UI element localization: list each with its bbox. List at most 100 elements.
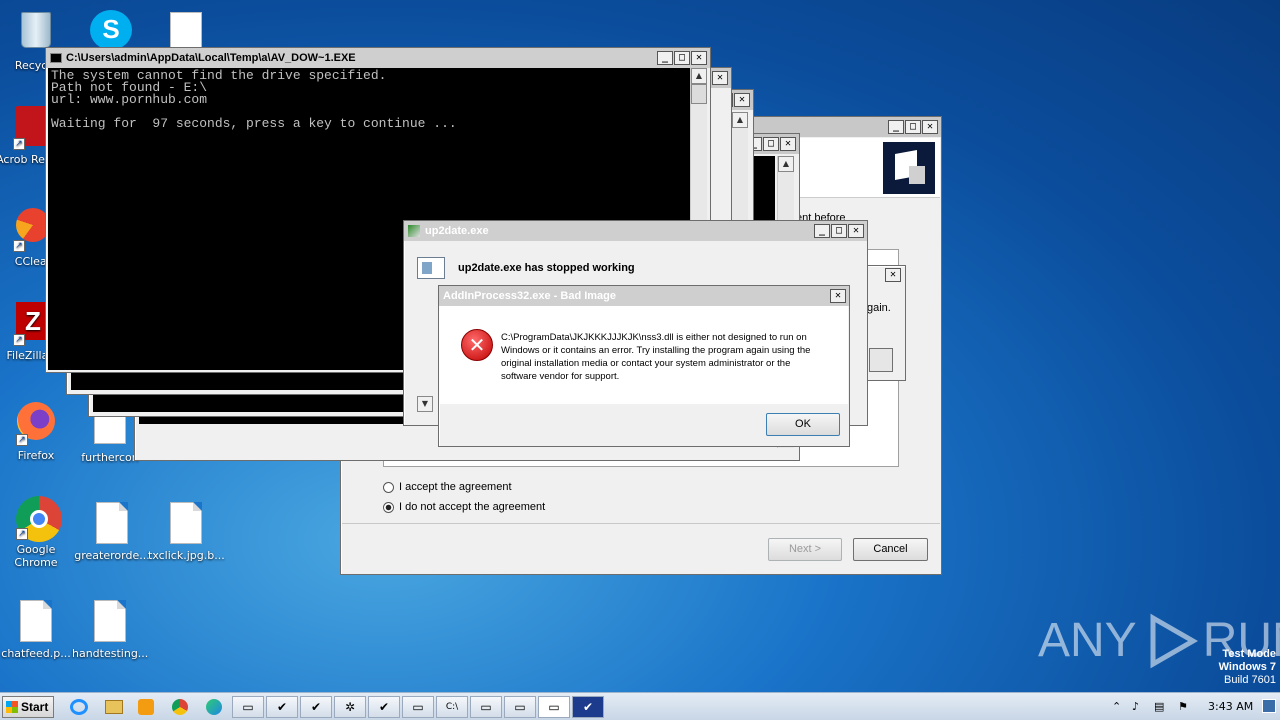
- taskbar-item-installer-3[interactable]: ✔: [368, 696, 400, 718]
- maximize-button[interactable]: □: [674, 51, 690, 65]
- clock[interactable]: 3:43 AM: [1208, 693, 1253, 720]
- desktop-icon-label: Firefox: [17, 449, 55, 462]
- watermark-brand: ANY: [1038, 614, 1137, 667]
- app-crash-icon: [417, 257, 445, 279]
- media-player-icon[interactable]: [138, 699, 154, 715]
- desktop-icon-greaterorde[interactable]: greaterorde...: [74, 502, 150, 562]
- minimize-button[interactable]: _: [657, 51, 673, 65]
- tray-expand-icon[interactable]: ⌃: [1112, 693, 1121, 720]
- taskbar-item-setup[interactable]: ✔: [572, 696, 604, 718]
- document-icon: [170, 502, 202, 544]
- desktop-icon-label: txclick.jpg.b...: [148, 549, 225, 562]
- close-button[interactable]: ✕: [691, 51, 707, 65]
- desktop-icon-firefox[interactable]: ↗ Firefox: [0, 400, 74, 462]
- taskbar-item-console[interactable]: C:\: [436, 696, 468, 718]
- up2date-titlebar[interactable]: up2date.exe _ □ ✕: [404, 221, 867, 241]
- desktop-icon-txclick[interactable]: txclick.jpg.b...: [148, 502, 225, 562]
- background-dialog-text: gain.: [867, 302, 891, 314]
- details-chevron-button[interactable]: ▼: [417, 396, 433, 412]
- flag-icon[interactable]: ⚑: [1178, 693, 1188, 720]
- shortcut-arrow-icon: ↗: [13, 138, 25, 150]
- shortcut-arrow-icon: ↗: [16, 528, 28, 540]
- installer-logo-icon: [882, 141, 936, 195]
- volume-icon[interactable]: ♪: [1132, 693, 1139, 720]
- close-button[interactable]: ✕: [922, 120, 938, 134]
- scroll-up-button[interactable]: ▲: [732, 112, 748, 128]
- scroll-up-button[interactable]: ▲: [778, 156, 794, 172]
- document-icon: [94, 600, 126, 642]
- taskbar-item-window[interactable]: ▭: [232, 696, 264, 718]
- show-desktop-button[interactable]: [1262, 699, 1276, 713]
- ok-button[interactable]: OK: [766, 413, 840, 436]
- chrome-taskbar-icon[interactable]: [172, 699, 188, 715]
- desktop-icon-handtesting[interactable]: handtesting...: [72, 600, 148, 660]
- radio-decline[interactable]: I do not accept the agreement: [383, 501, 545, 513]
- network-icon[interactable]: ▤: [1154, 693, 1164, 720]
- shortcut-arrow-icon: ↗: [13, 334, 25, 346]
- desktop-icon-google-chrome[interactable]: ↗ Google Chrome: [0, 496, 74, 569]
- taskbar-item-installer[interactable]: ✔: [266, 696, 298, 718]
- desktop-icon-chatfeed[interactable]: chatfeed.p...: [0, 600, 74, 660]
- document-icon[interactable]: [170, 12, 202, 50]
- close-button[interactable]: ✕: [780, 137, 796, 151]
- close-button[interactable]: ✕: [848, 224, 864, 238]
- os-name-text: Windows 7: [1218, 661, 1276, 673]
- build-text: Build 7601: [1224, 674, 1276, 686]
- chrome-icon: ↗: [16, 496, 62, 542]
- radio-accept-label: I accept the agreement: [399, 481, 512, 493]
- minimize-button[interactable]: _: [814, 224, 830, 238]
- close-button[interactable]: ✕: [712, 71, 728, 85]
- edge-icon[interactable]: [206, 699, 222, 715]
- os-status: Test Mode Windows 7 Build 7601: [1170, 648, 1276, 687]
- maximize-button[interactable]: □: [905, 120, 921, 134]
- bad-image-message: C:\ProgramData\JKJKKKJJJKJK\nss3.dll is …: [501, 332, 811, 382]
- taskbar-item-installer-2[interactable]: ✔: [300, 696, 332, 718]
- radio-decline-label: I do not accept the agreement: [399, 501, 546, 513]
- test-mode-text: Test Mode: [1222, 648, 1276, 660]
- bad-image-title: AddInProcess32.exe - Bad Image: [443, 290, 617, 302]
- up2date-window-icon: [408, 225, 420, 237]
- radio-accept[interactable]: I accept the agreement: [383, 481, 512, 493]
- skype-icon[interactable]: S: [90, 10, 132, 50]
- taskbar-item-window-active[interactable]: ▭: [538, 696, 570, 718]
- desktop-icon-label: handtesting...: [72, 647, 149, 660]
- bad-image-dialog[interactable]: AddInProcess32.exe - Bad Image ✕ ✕ C:\Pr…: [438, 285, 850, 447]
- up2date-message: up2date.exe has stopped working: [458, 262, 635, 274]
- cancel-button[interactable]: Cancel: [853, 538, 928, 561]
- desktop-icon-label: chatfeed.p...: [1, 647, 71, 660]
- close-button[interactable]: ✕: [885, 268, 901, 282]
- radio-button[interactable]: [383, 481, 394, 493]
- explorer-icon[interactable]: [105, 700, 123, 714]
- error-icon: ✕: [461, 329, 493, 361]
- console-title: C:\Users\admin\AppData\Local\Temp\a\AV_D…: [66, 52, 356, 64]
- document-icon: [20, 600, 52, 642]
- shortcut-arrow-icon: ↗: [16, 434, 28, 446]
- taskbar-item-window-2[interactable]: ▭: [402, 696, 434, 718]
- console-window-icon: [50, 53, 62, 63]
- scroll-up-button[interactable]: ▲: [691, 68, 707, 84]
- radio-button-selected[interactable]: [383, 501, 394, 513]
- installer-divider: [342, 523, 940, 524]
- desktop-icon-label: greaterorde...: [74, 549, 150, 562]
- taskbar-item-window-4[interactable]: ▭: [504, 696, 536, 718]
- taskbar-item-tool[interactable]: ✲: [334, 696, 366, 718]
- up2date-title: up2date.exe: [425, 225, 489, 237]
- maximize-button[interactable]: □: [763, 137, 779, 151]
- shortcut-arrow-icon: ↗: [13, 240, 25, 252]
- console-titlebar[interactable]: C:\Users\admin\AppData\Local\Temp\a\AV_D…: [46, 48, 710, 68]
- scroll-thumb[interactable]: [691, 84, 707, 104]
- ie-icon[interactable]: [70, 699, 88, 715]
- close-button[interactable]: ✕: [734, 93, 750, 107]
- minimize-button[interactable]: _: [888, 120, 904, 134]
- document-icon: [96, 502, 128, 544]
- desktop-icon-label: Google Chrome: [14, 543, 58, 569]
- background-dialog-button[interactable]: [869, 348, 893, 372]
- bad-image-titlebar[interactable]: AddInProcess32.exe - Bad Image ✕: [439, 286, 849, 306]
- start-button[interactable]: Start: [2, 696, 54, 718]
- firefox-icon: ↗: [16, 402, 56, 446]
- close-button[interactable]: ✕: [830, 289, 846, 303]
- next-button[interactable]: Next >: [768, 538, 842, 561]
- taskbar-item-window-3[interactable]: ▭: [470, 696, 502, 718]
- taskbar: Start ▭ ✔ ✔ ✲ ✔ ▭ C:\ ▭ ▭ ▭ ✔ ⌃ ♪ ▤ ⚑ 3:…: [0, 692, 1280, 720]
- maximize-button[interactable]: □: [831, 224, 847, 238]
